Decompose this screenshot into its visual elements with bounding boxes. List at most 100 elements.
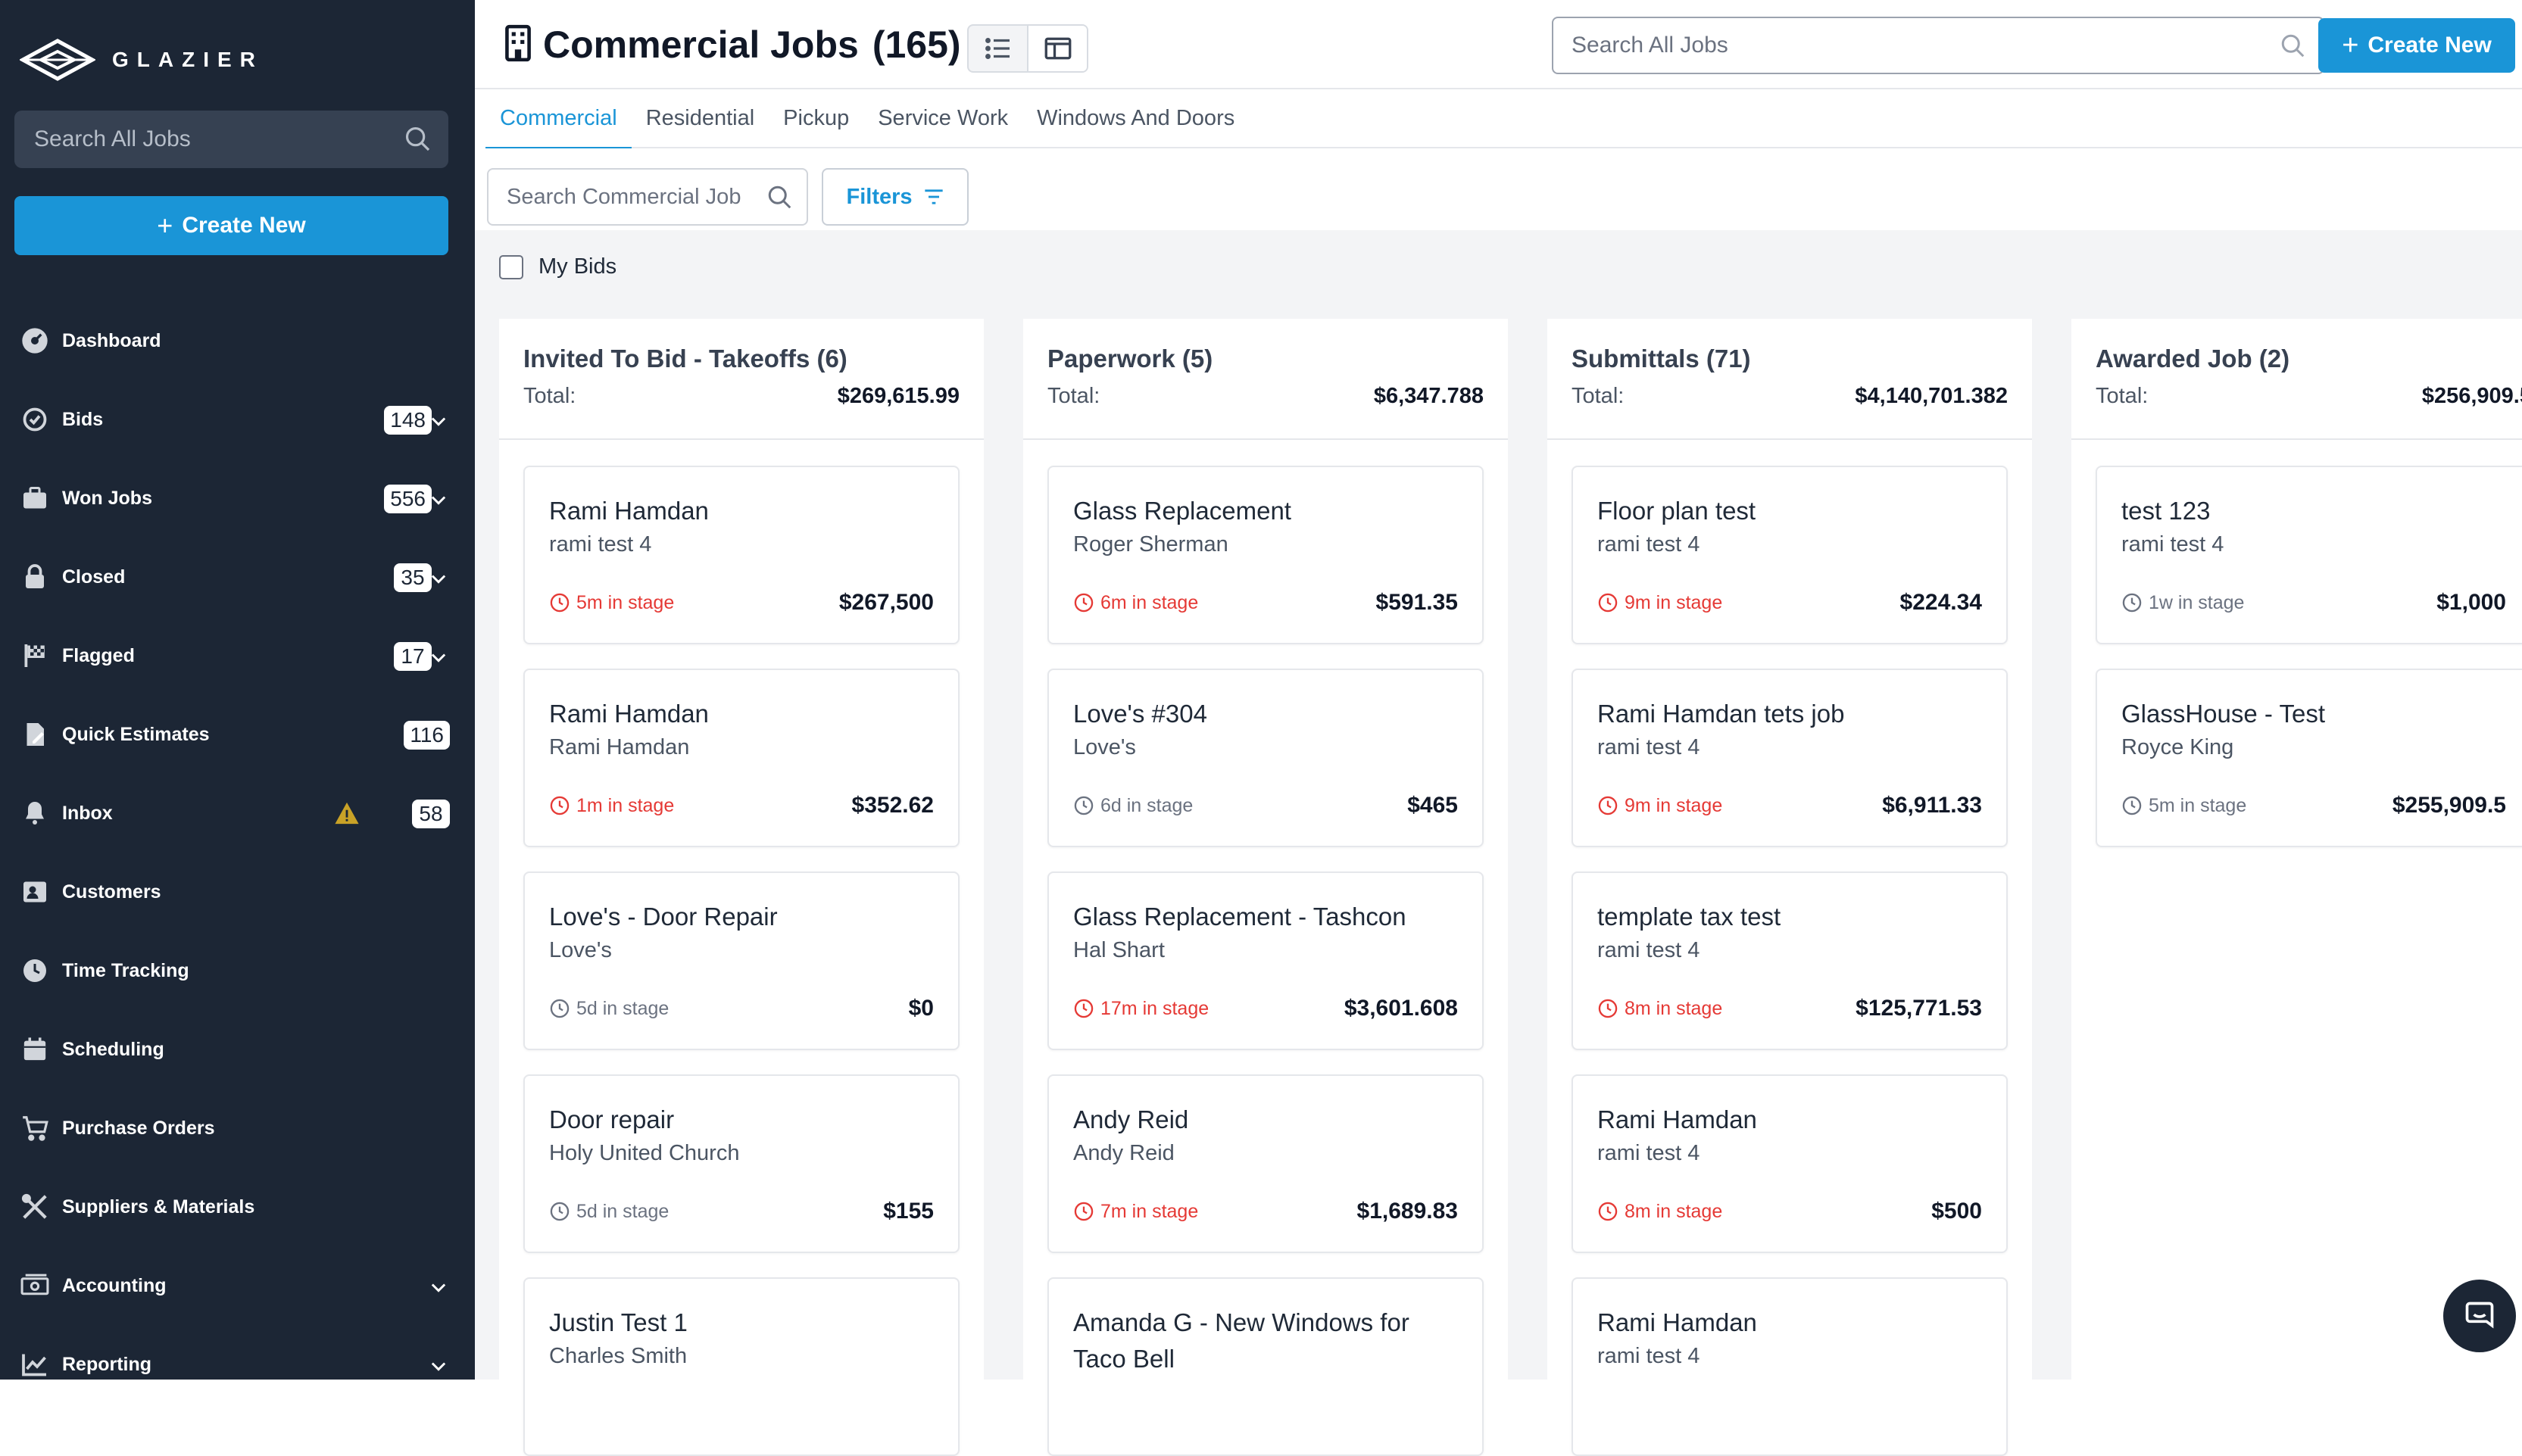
chevron-down-icon[interactable] (428, 1277, 449, 1302)
sidebar-item-scheduling[interactable]: Scheduling (0, 1010, 475, 1089)
chevron-down-icon[interactable] (428, 647, 449, 672)
customer-name: rami test 4 (1597, 1344, 1700, 1368)
job-card[interactable]: Amanda G - New Windows for Taco Bell (1047, 1277, 1484, 1456)
sidebar-item-time-tracking[interactable]: Time Tracking (0, 931, 475, 1010)
job-search-placeholder: Search Commercial Job (507, 184, 741, 209)
card-footer: 1w in stage $1,000 (2121, 590, 2506, 616)
job-card[interactable]: Glass Replacement - Tashcon Hal Shart 17m … (1047, 871, 1484, 1050)
job-title: template tax test (1597, 903, 1781, 931)
sidebar-item-flagged[interactable]: Flagged 17 (0, 616, 475, 695)
building-icon (504, 24, 532, 66)
time-in-stage: 9m in stage (1597, 795, 1722, 817)
sidebar-item-accounting[interactable]: Accounting (0, 1246, 475, 1325)
time-in-stage: 5m in stage (549, 592, 674, 614)
tab-windows-and-doors[interactable]: Windows And Doors (1022, 89, 1249, 148)
sidebar-item-won-jobs[interactable]: Won Jobs 556 (0, 459, 475, 538)
search-icon (403, 124, 432, 159)
chevron-down-icon[interactable] (428, 489, 449, 514)
job-amount: $0 (908, 996, 934, 1021)
total-amount: $4,140,701.382 (1855, 384, 2008, 408)
sidebar-item-inbox[interactable]: Inbox 58 (0, 774, 475, 853)
clock-icon (550, 593, 570, 613)
tab-pickup[interactable]: Pickup (769, 89, 863, 148)
column-header: Invited To Bid - Takeoffs (6) Total: $269,… (499, 319, 984, 440)
card-footer: 7m in stage $1,689.83 (1073, 1199, 1458, 1224)
stage-text: 5d in stage (576, 997, 670, 1019)
card-footer: 8m in stage $500 (1597, 1199, 1982, 1224)
chevron-down-icon[interactable] (428, 410, 449, 435)
my-bids-filter[interactable]: My Bids (499, 254, 616, 279)
job-card[interactable]: Glass Replacement Roger Sherman 6m in stag… (1047, 466, 1484, 644)
list-icon (985, 38, 1010, 59)
customer-name: rami test 4 (1597, 735, 1700, 759)
column-title: Paperwork (5) (1047, 345, 1213, 373)
my-bids-checkbox[interactable] (499, 254, 523, 279)
chat-launcher-button[interactable] (2443, 1280, 2516, 1352)
card-footer: 5d in stage $0 (549, 996, 934, 1021)
logo[interactable]: GLAZIER (20, 38, 264, 82)
flag-icon (20, 641, 50, 671)
chevron-down-icon[interactable] (428, 568, 449, 593)
job-card[interactable]: Justin Test 1 Charles Smith (523, 1277, 960, 1456)
column-header: Awarded Job (2) Total: $256,909.5 (2071, 319, 2522, 440)
job-card[interactable]: template tax test rami test 4 8m in stage $… (1572, 871, 2008, 1050)
tab-service-work[interactable]: Service Work (863, 89, 1022, 148)
job-card[interactable]: Rami Hamdan rami test 4 8m in stage $500 (1572, 1074, 2008, 1253)
job-card[interactable]: test 123 rami test 4 1w in stage $1,000 (2096, 466, 2522, 644)
sidebar-item-suppliers-materials[interactable]: Suppliers & Materials (0, 1168, 475, 1246)
time-in-stage: 5d in stage (549, 1201, 669, 1223)
sidebar-item-bids[interactable]: Bids 148 (0, 380, 475, 459)
list-view-button[interactable] (969, 26, 1027, 71)
sidebar-item-dashboard[interactable]: Dashboard (0, 301, 475, 380)
job-amount: $255,909.5 (2392, 793, 2506, 818)
column-total: Total: $269,615.99 (523, 384, 960, 409)
job-card[interactable]: Rami Hamdan tets job rami test 4 9m in sta… (1572, 669, 2008, 847)
job-amount: $465 (1407, 793, 1458, 818)
job-amount: $352.62 (851, 793, 934, 818)
tab-residential[interactable]: Residential (632, 89, 769, 148)
board-view-button[interactable] (1027, 26, 1087, 71)
job-amount: $591.35 (1375, 590, 1458, 615)
top-search-input[interactable]: Search All Jobs (1552, 17, 2324, 74)
sidebar-item-closed[interactable]: Closed 35 (0, 538, 475, 616)
stage-text: 7m in stage (1100, 1200, 1199, 1222)
clock-icon (2122, 593, 2142, 613)
job-card[interactable]: Love's - Door Repair Love's 5d in stage $0 (523, 871, 960, 1050)
count-badge: 58 (412, 800, 450, 828)
sidebar-create-new-button[interactable]: + Create New (14, 196, 448, 255)
sidebar-item-label: Customers (62, 881, 161, 903)
top-create-new-button[interactable]: + Create New (2318, 18, 2515, 73)
commercial-job-search-input[interactable]: Search Commercial Job (487, 168, 808, 226)
clock-icon (1598, 1202, 1618, 1221)
sidebar-item-reporting[interactable]: Reporting (0, 1325, 475, 1404)
card-footer: 9m in stage $6,911.33 (1597, 793, 1982, 818)
job-card[interactable]: Floor plan test rami test 4 9m in stage $22… (1572, 466, 2008, 644)
tab-commercial[interactable]: Commercial (485, 89, 632, 150)
sidebar-item-label: Time Tracking (62, 959, 189, 981)
job-card[interactable]: Rami Hamdan rami test 4 (1572, 1277, 2008, 1456)
stage-text: 5m in stage (576, 591, 675, 613)
sidebar-item-customers[interactable]: Customers (0, 853, 475, 931)
customer-name: Love's (1073, 735, 1136, 759)
time-in-stage: 6d in stage (1073, 795, 1193, 817)
job-card[interactable]: Door repair Holy United Church 5d in stage… (523, 1074, 960, 1253)
job-amount: $1,000 (2436, 590, 2506, 615)
sidebar-search-input[interactable]: Search All Jobs (14, 111, 448, 168)
sidebar-item-label: Bids (62, 408, 104, 430)
job-card[interactable]: Rami Hamdan rami test 4 5m in stage $267,50… (523, 466, 960, 644)
job-amount: $155 (883, 1199, 934, 1224)
job-card[interactable]: GlassHouse - Test Royce King 5m in stage $2… (2096, 669, 2522, 847)
filters-button[interactable]: Filters (822, 168, 969, 226)
job-card[interactable]: Rami Hamdan Rami Hamdan 1m in stage $352.62 (523, 669, 960, 847)
filters-label: Filters (846, 184, 913, 209)
total-label: Total: (523, 384, 576, 408)
sidebar-item-label: Accounting (62, 1274, 167, 1296)
job-amount: $6,911.33 (1882, 793, 1982, 818)
count-badge: 556 (384, 485, 432, 513)
chevron-down-icon[interactable] (428, 1355, 449, 1380)
total-label: Total: (2096, 384, 2149, 408)
sidebar-item-quick-estimates[interactable]: Quick Estimates 116 (0, 695, 475, 774)
job-card[interactable]: Andy Reid Andy Reid 7m in stage $1,689.83 (1047, 1074, 1484, 1253)
sidebar-item-purchase-orders[interactable]: Purchase Orders (0, 1089, 475, 1168)
job-card[interactable]: Love's #304 Love's 6d in stage $465 (1047, 669, 1484, 847)
